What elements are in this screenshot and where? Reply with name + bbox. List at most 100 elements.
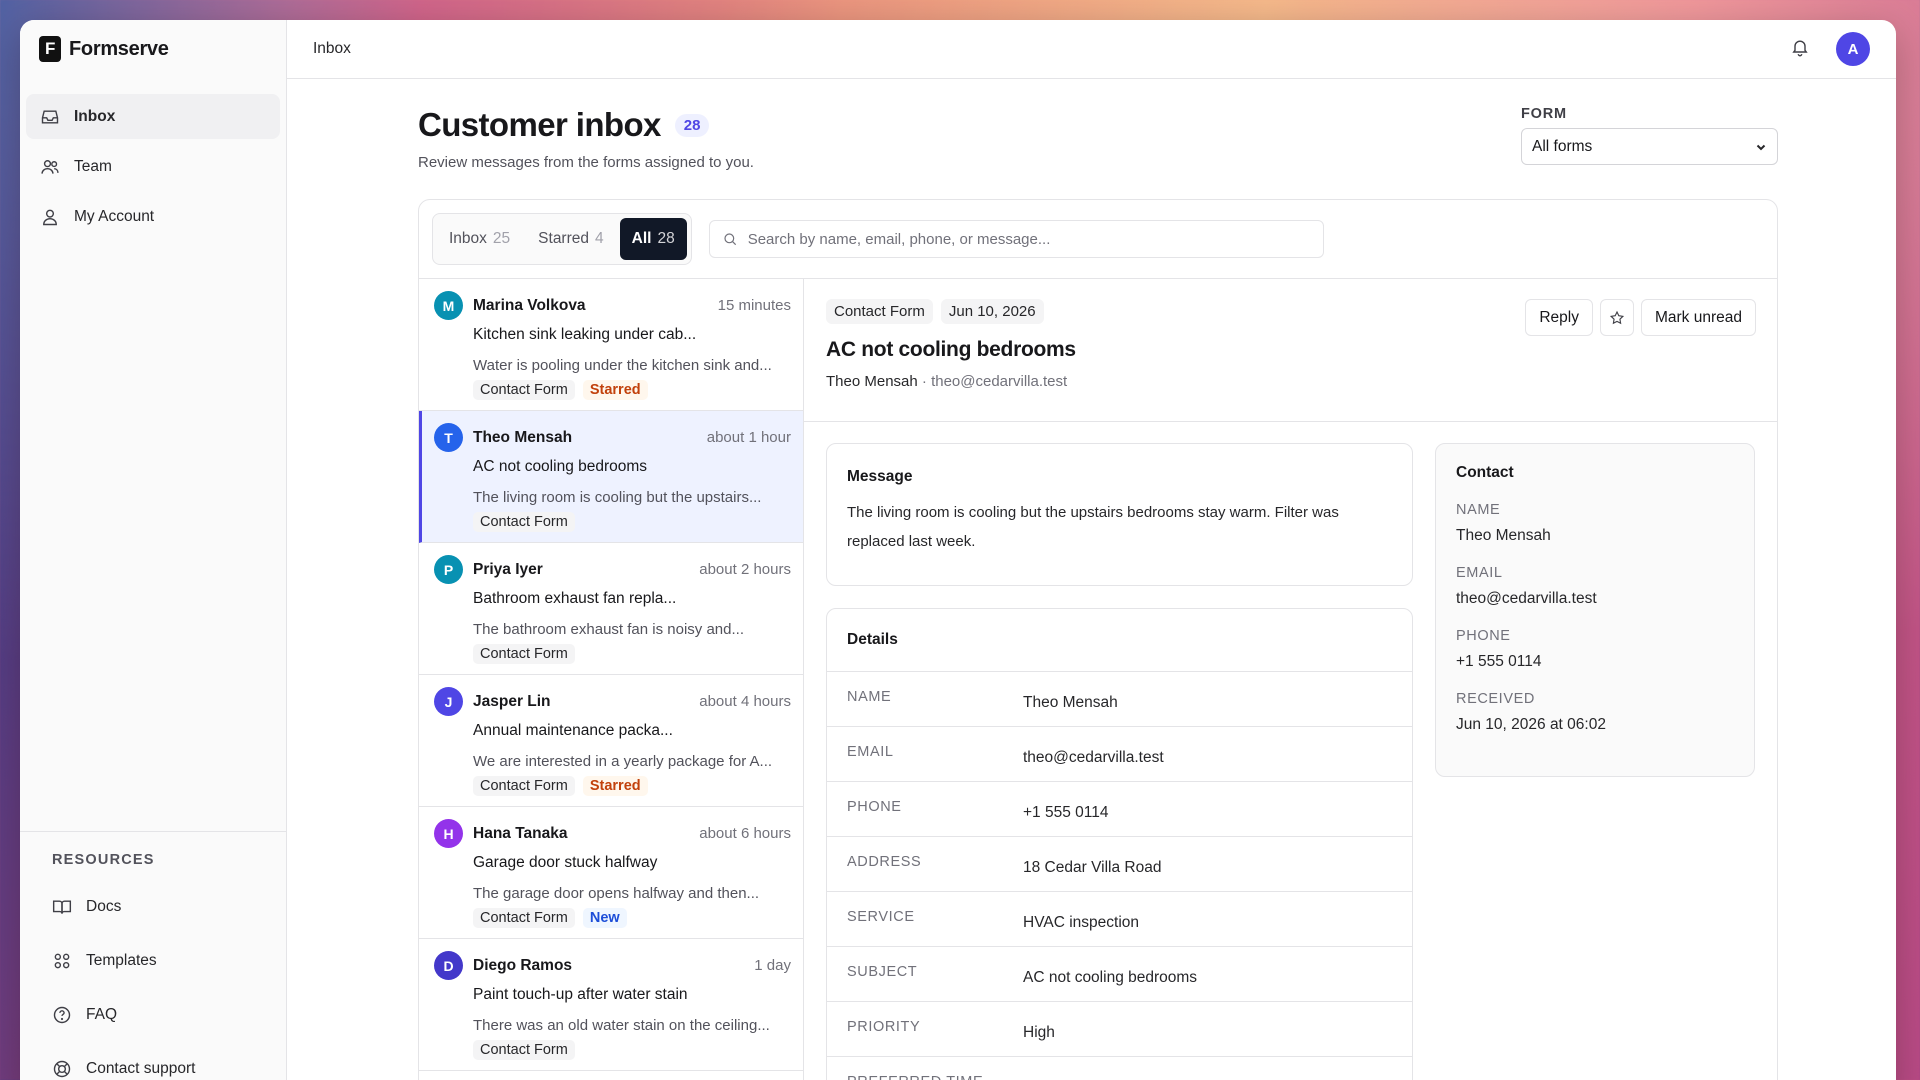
tag-form: Contact Form (473, 1040, 575, 1060)
detail-key: EMAIL (847, 744, 894, 760)
tab-starred[interactable]: Starred 4 (526, 218, 615, 260)
details-card: Details NAME Theo Mensah EMAIL theo@cedar… (826, 608, 1413, 1080)
message-preview: There was an old water stain on the ceil… (473, 1017, 770, 1034)
detail-actions: Reply Mark unread (1525, 299, 1756, 336)
resource-contact-support[interactable]: Contact support (52, 1042, 286, 1080)
resource-faq[interactable]: FAQ (52, 988, 286, 1042)
help-circle-icon (53, 1006, 71, 1024)
sidebar: F Formserve Inbox Team My Account RESOUR… (20, 20, 287, 1080)
tag-form: Contact Form (473, 908, 575, 928)
sender-name: Hana Tanaka (473, 824, 568, 842)
lifebuoy-icon (53, 1060, 71, 1078)
message-list-item[interactable]: H Hana Tanaka about 6 hours Garage door … (419, 807, 803, 939)
contact-email[interactable]: theo@cedarvilla.test (1456, 590, 1734, 608)
detail-key: PRIORITY (847, 1019, 921, 1035)
message-card: Message The living room is cooling but t… (826, 443, 1413, 586)
message-subject: Kitchen sink leaking under cab... (473, 326, 697, 343)
message-list-item[interactable]: J Jasper Lin about 4 hours Annual mainte… (419, 675, 803, 807)
message-card-title: Message (847, 468, 913, 485)
contact-phone[interactable]: +1 555 0114 (1456, 653, 1734, 671)
tag-starred: Starred (582, 380, 648, 400)
detail-row: PHONE +1 555 0114 (827, 782, 1412, 837)
contact-received-label: RECEIVED (1456, 691, 1535, 707)
resource-docs[interactable]: Docs (52, 880, 286, 934)
filter-tabs: Inbox 25 Starred 4 All 28 (432, 213, 692, 265)
message-tags: Contact Form (473, 512, 791, 532)
tag-starred: Starred (582, 776, 648, 796)
message-time: about 6 hours (699, 825, 791, 842)
form-select[interactable]: All forms (1521, 128, 1778, 165)
sidebar-item-my-account[interactable]: My Account (26, 194, 280, 239)
sidebar-item-inbox[interactable]: Inbox (26, 94, 280, 139)
detail-value: theo@cedarvilla.test (1023, 749, 1164, 766)
contact-email-label: EMAIL (1456, 565, 1503, 581)
brand[interactable]: F Formserve (20, 20, 286, 78)
form-filter: FORM All forms (1521, 106, 1778, 199)
detail-sender: Theo Mensah · theo@cedarvilla.test (826, 373, 1755, 390)
message-detail: Contact Form Jun 10, 2026 AC not cooling… (804, 279, 1777, 1080)
detail-row: SUBJECT AC not cooling bedrooms (827, 947, 1412, 1002)
detail-row: PRIORITY High (827, 1002, 1412, 1057)
detail-row: EMAIL theo@cedarvilla.test (827, 727, 1412, 782)
sidebar-item-label: Team (74, 157, 112, 175)
detail-value: Theo Mensah (1023, 694, 1118, 711)
mark-unread-button[interactable]: Mark unread (1640, 299, 1756, 336)
tab-count: 4 (595, 230, 604, 247)
chevron-down-icon (1756, 144, 1766, 150)
sender-name: Jasper Lin (473, 692, 551, 710)
search-input[interactable]: Search by name, email, phone, or message… (708, 220, 1324, 258)
page-title: Customer inbox (418, 106, 661, 143)
detail-key: SUBJECT (847, 964, 918, 980)
notifications-button[interactable] (1790, 37, 1810, 62)
user-avatar[interactable]: A (1836, 32, 1870, 66)
message-list-item[interactable]: M Marina Volkova 15 minutes Kitchen sink… (419, 279, 803, 411)
sender-avatar: H (434, 819, 463, 848)
reply-button[interactable]: Reply (1525, 299, 1593, 336)
inbox-toolbar: Inbox 25 Starred 4 All 28 Search by name, e… (419, 200, 1777, 279)
detail-value: 18 Cedar Villa Road (1023, 859, 1162, 876)
sender-name: Theo Mensah (473, 428, 573, 446)
main-area: Inbox A Customer inbox 28 Review message… (287, 20, 1896, 1080)
detail-title: AC not cooling bedrooms (826, 338, 1076, 361)
message-tags: Contact Form Starred (473, 380, 791, 400)
tab-label: All (631, 230, 652, 247)
message-list-item[interactable]: D Diego Ramos 1 day Paint touch-up after… (419, 939, 803, 1071)
tab-label: Inbox (449, 230, 487, 247)
contact-name: Theo Mensah (1456, 527, 1551, 544)
contact-received: Jun 10, 2026 at 06:02 (1456, 716, 1606, 733)
search-icon (724, 233, 736, 246)
details-card-title: Details (827, 609, 1412, 672)
resource-label: Docs (86, 898, 122, 915)
star-button[interactable] (1599, 299, 1634, 336)
detail-row: ADDRESS 18 Cedar Villa Road (827, 837, 1412, 892)
star-icon (1609, 310, 1625, 324)
message-list-item[interactable]: P Priya Iyer about 2 hours Bathroom exha… (419, 543, 803, 675)
resource-templates[interactable]: Templates (52, 934, 286, 988)
message-preview: The bathroom exhaust fan is noisy and... (473, 621, 744, 638)
search-placeholder: Search by name, email, phone, or message… (747, 230, 1051, 248)
main-nav: Inbox Team My Account (20, 78, 286, 244)
detail-header: Contact Form Jun 10, 2026 AC not cooling… (804, 279, 1777, 422)
brand-name: Formserve (69, 37, 169, 60)
tag-new: New (582, 908, 627, 928)
sender-avatar: D (434, 951, 463, 980)
detail-row: SERVICE HVAC inspection (827, 892, 1412, 947)
form-chip: Contact Form (826, 299, 933, 324)
detail-key: ADDRESS (847, 854, 922, 870)
message-count-badge: 28 (674, 113, 710, 137)
app-window: F Formserve Inbox Team My Account RESOUR… (20, 20, 1896, 1080)
message-list-item[interactable]: T Theo Mensah about 1 hour AC not coolin… (419, 411, 803, 543)
tab-inbox[interactable]: Inbox 25 (437, 218, 522, 260)
inbox-icon (41, 109, 59, 124)
tab-all[interactable]: All 28 (619, 218, 687, 260)
detail-key: PREFERRED TIME (847, 1074, 1023, 1080)
form-select-value: All forms (1532, 137, 1593, 155)
detail-value: AC not cooling bedrooms (1023, 969, 1198, 986)
sidebar-item-team[interactable]: Team (26, 144, 280, 189)
grid-icon (54, 953, 70, 969)
sender-name: Diego Ramos (473, 956, 573, 974)
resources-section: RESOURCES Docs Templates FAQ Contact sup… (20, 831, 286, 1080)
page-content: Customer inbox 28 Review messages from t… (418, 79, 1778, 1080)
resources-title: RESOURCES (52, 852, 155, 868)
contact-card: Contact NAME Theo Mensah EMAIL theo@ceda… (1435, 443, 1755, 777)
